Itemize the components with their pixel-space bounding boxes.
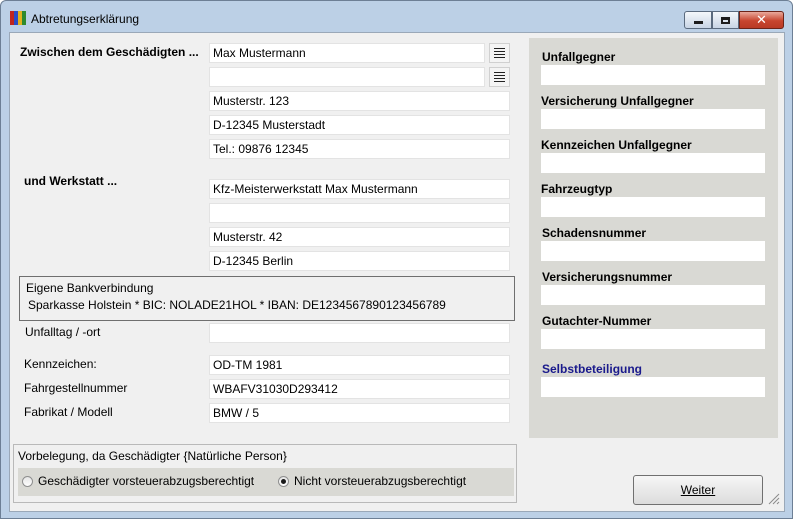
injured-street-field[interactable]: Musterstr. 123 <box>209 91 510 111</box>
make-model-label: Fabrikat / Modell <box>24 405 113 419</box>
opponent-insurance-label: Versicherung Unfallgegner <box>541 94 694 108</box>
bank-details-box: Eigene Bankverbindung Sparkasse Holstein… <box>19 276 515 321</box>
close-button[interactable]: ✕ <box>739 11 784 29</box>
expert-number-field[interactable] <box>541 329 765 349</box>
workshop-street-field[interactable]: Musterstr. 42 <box>209 227 510 247</box>
maximize-icon <box>721 16 730 24</box>
workshop-name2-field[interactable] <box>209 203 510 223</box>
injured-name2-field[interactable] <box>209 67 485 87</box>
list-icon <box>494 72 505 82</box>
deductible-field[interactable] <box>541 377 765 397</box>
vat-not-entitled-label[interactable]: Nicht vorsteuerabzugsberechtigt <box>294 474 466 488</box>
vat-entitled-radio[interactable] <box>22 476 33 487</box>
resize-grip-icon[interactable] <box>766 491 780 505</box>
vat-preset-label: Vorbelegung, da Geschädigter {Natürliche… <box>18 449 287 463</box>
workshop-label: und Werkstatt ... <box>24 174 118 188</box>
injured-name2-list-button[interactable] <box>489 67 510 87</box>
opponent-plate-label: Kennzeichen Unfallgegner <box>541 138 692 152</box>
accident-date-place-field[interactable] <box>209 323 510 343</box>
maximize-button[interactable] <box>712 11 739 29</box>
injured-city-field[interactable]: D-12345 Musterstadt <box>209 115 510 135</box>
workshop-city-field[interactable]: D-12345 Berlin <box>209 251 510 271</box>
list-icon <box>494 48 505 58</box>
app-books-icon <box>10 11 26 25</box>
next-button[interactable]: Weiter <box>633 475 763 505</box>
injured-party-label: Zwischen dem Geschädigten ... <box>20 45 199 59</box>
injured-name-list-button[interactable] <box>489 43 510 63</box>
bank-details-title: Eigene Bankverbindung <box>26 281 154 295</box>
opponent-label: Unfallgegner <box>542 50 616 64</box>
deductible-label: Selbstbeteiligung <box>542 362 643 376</box>
claim-number-field[interactable] <box>541 241 765 261</box>
plate-field[interactable]: OD-TM 1981 <box>209 355 510 375</box>
expert-number-label: Gutachter-Nummer <box>542 314 652 328</box>
bank-details-value[interactable]: Sparkasse Holstein * BIC: NOLADE21HOL * … <box>28 298 446 312</box>
vin-field[interactable]: WBAFV31030D293412 <box>209 379 510 399</box>
next-button-label: Weiter <box>680 483 716 497</box>
vat-preset-group: Vorbelegung, da Geschädigter {Natürliche… <box>13 444 517 503</box>
plate-label: Kennzeichen: <box>24 357 97 371</box>
side-panel: Unfallgegner Versicherung Unfallgegner K… <box>529 38 778 438</box>
workshop-name-field[interactable]: Kfz-Meisterwerkstatt Max Mustermann <box>209 179 510 199</box>
opponent-field[interactable] <box>541 65 765 85</box>
policy-number-field[interactable] <box>541 285 765 305</box>
application-window: Abtretungserklärung ✕ Zwischen dem Gesch… <box>0 0 793 519</box>
make-model-field[interactable]: BMW / 5 <box>209 403 510 423</box>
injured-phone-field[interactable]: Tel.: 09876 12345 <box>209 139 510 159</box>
close-icon: ✕ <box>756 12 767 28</box>
policy-number-label: Versicherungsnummer <box>542 270 673 284</box>
opponent-plate-field[interactable] <box>541 153 765 173</box>
vat-entitled-label[interactable]: Geschädigter vorsteuerabzugsberechtigt <box>38 474 254 488</box>
vehicle-type-label: Fahrzeugtyp <box>541 182 613 196</box>
form-client-area: Zwischen dem Geschädigten ... Max Muster… <box>9 32 785 512</box>
window-title: Abtretungserklärung <box>31 12 140 26</box>
vehicle-type-field[interactable] <box>541 197 765 217</box>
opponent-insurance-field[interactable] <box>541 109 765 129</box>
claim-number-label: Schadensnummer <box>542 226 647 240</box>
accident-date-place-label: Unfalltag / -ort <box>25 325 101 339</box>
minimize-button[interactable] <box>684 11 712 29</box>
vat-options: Geschädigter vorsteuerabzugsberechtigt N… <box>18 468 514 496</box>
title-bar[interactable]: Abtretungserklärung ✕ <box>1 1 792 31</box>
minimize-icon <box>693 21 703 24</box>
vat-not-entitled-radio[interactable] <box>278 476 289 487</box>
injured-name-field[interactable]: Max Mustermann <box>209 43 485 63</box>
vin-label: Fahrgestellnummer <box>24 381 128 395</box>
